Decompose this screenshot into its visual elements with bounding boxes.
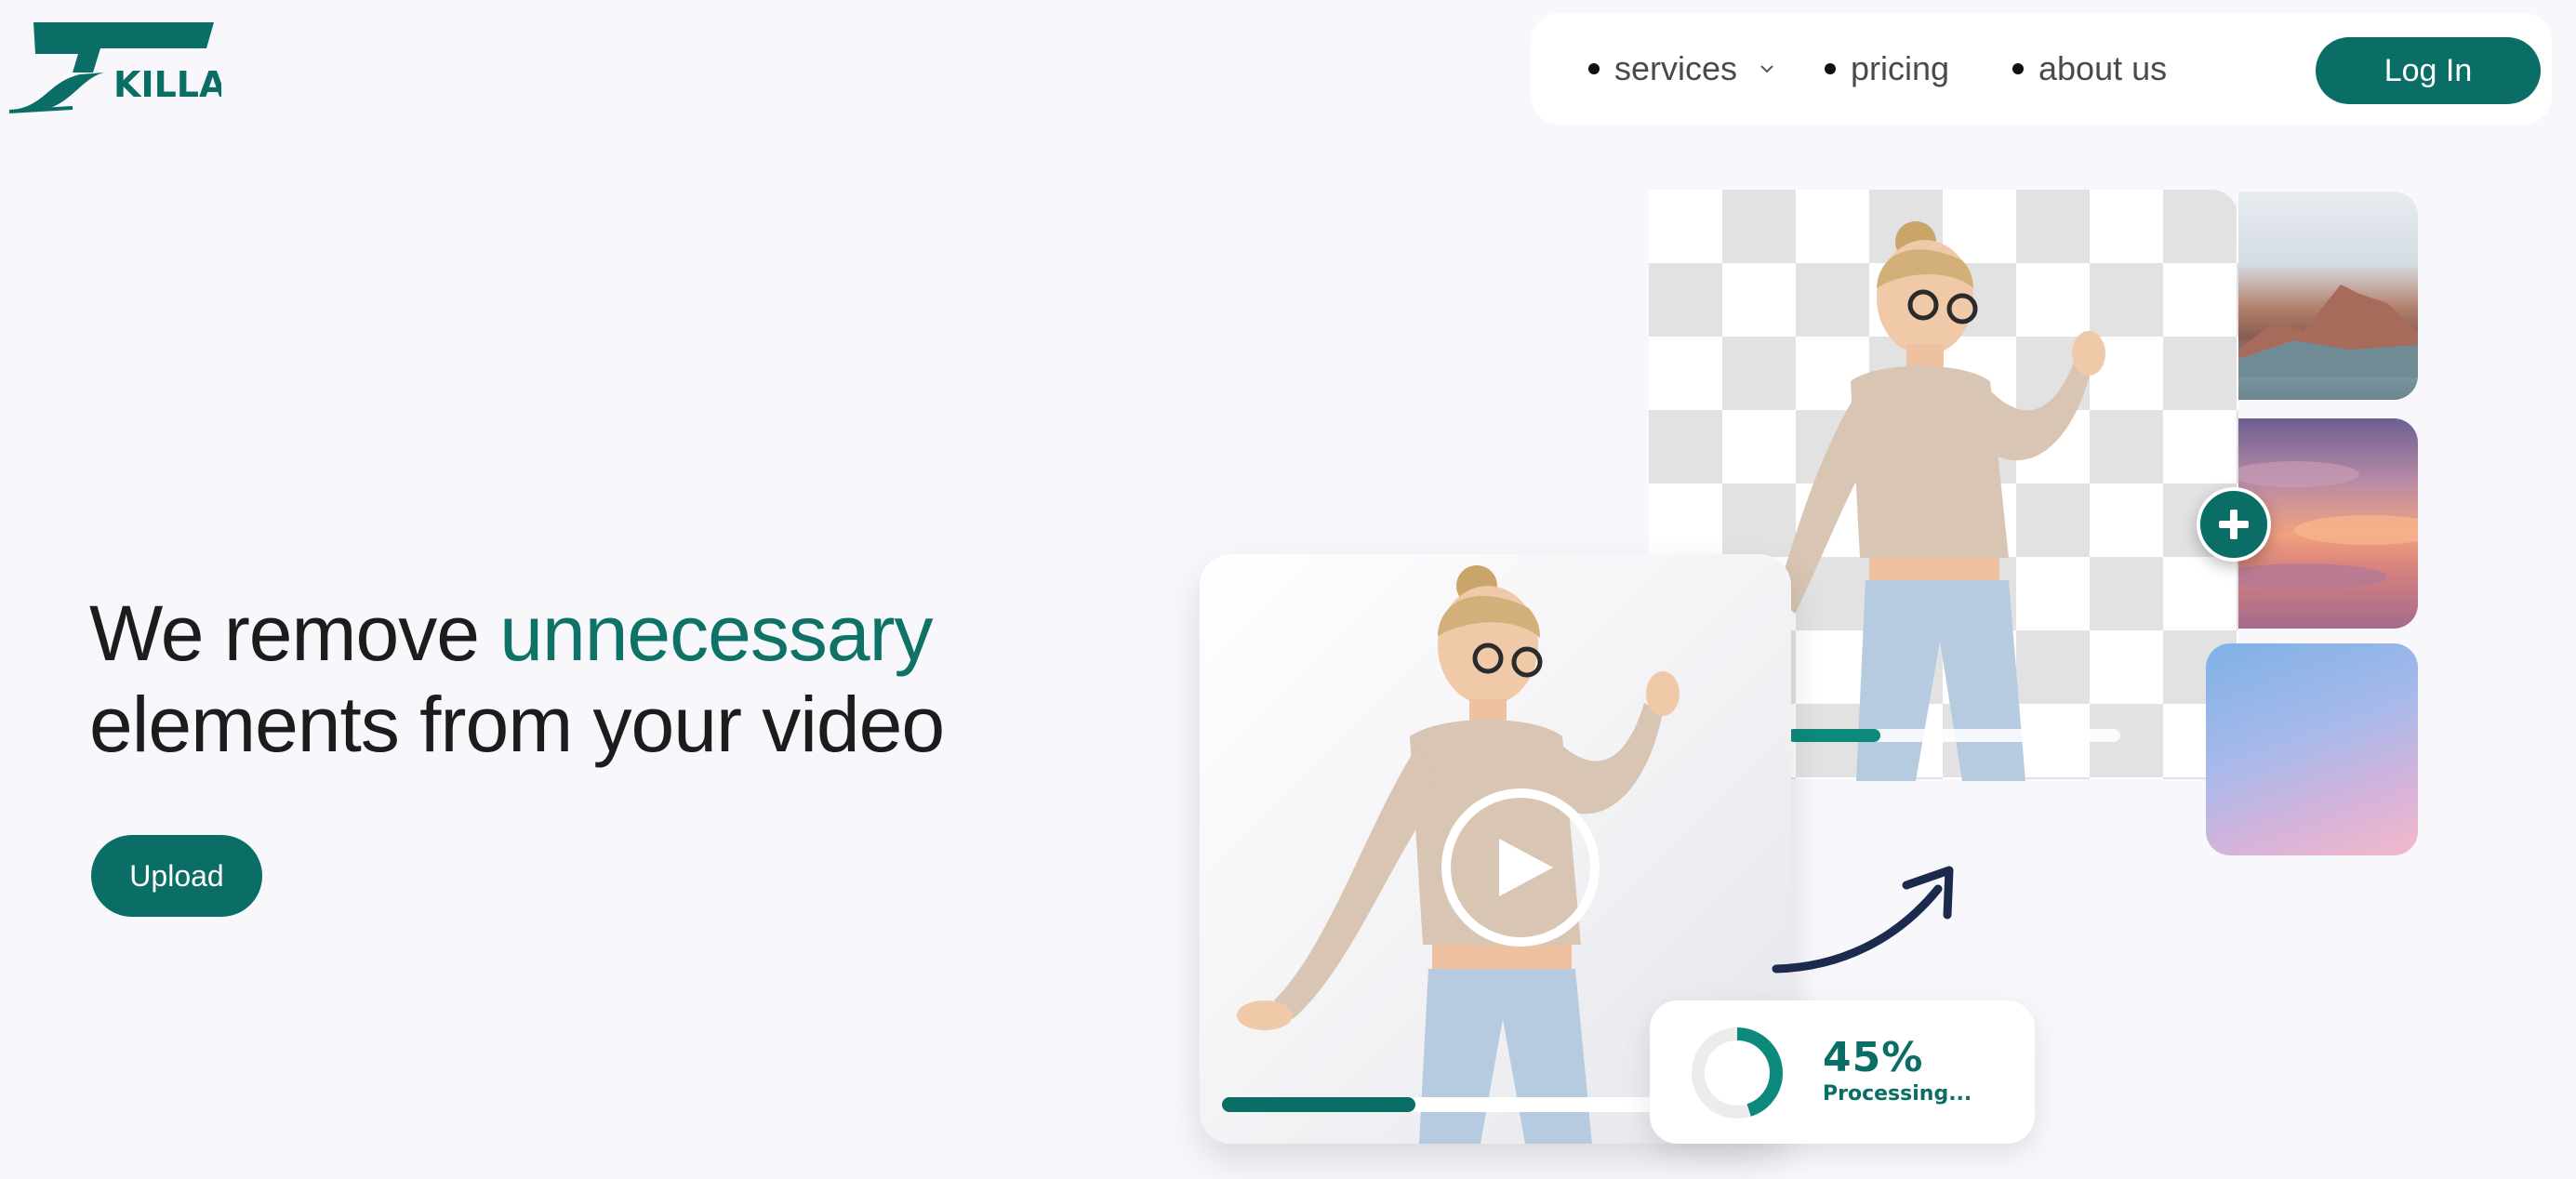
logo-mark: KILLA [8,22,221,113]
mountain-image [2238,285,2418,378]
bullet-dot-icon [2012,63,2024,74]
hero-headline: We remove unnecessary elements from your… [89,588,1159,770]
brand-name: KILLA [113,64,221,105]
nav-item-label: services [1614,49,1738,87]
person-cutout-image [1776,221,2105,781]
plus-icon [2219,510,2249,539]
processing-label: Processing... [1823,1082,1972,1106]
chevron-down-icon [1758,60,1776,78]
processing-status-card: 45% Processing... [1650,1000,2035,1144]
nav-item-services[interactable]: services [1588,13,1776,125]
login-button[interactable]: Log In [2316,37,2541,104]
nav-item-label: pricing [1851,49,1950,87]
bullet-dot-icon [1588,63,1600,74]
progress-ring [1692,1027,1783,1119]
bullet-dot-icon [1825,63,1836,74]
nav-item-pricing[interactable]: pricing [1825,13,1949,125]
nav-item-label: about us [2038,49,2168,87]
brand-logo[interactable]: KILLA [7,17,221,119]
background-thumbnail-mountain[interactable] [2238,192,2418,400]
play-icon [1499,839,1553,896]
add-background-button[interactable] [2197,487,2271,562]
headline-part-2: elements from your video [89,681,945,768]
nav-item-about-us[interactable]: about us [2012,13,2167,125]
headline-accent: unnecessary [499,590,933,677]
background-progress-fill [1787,729,1881,742]
play-button[interactable] [1441,788,1600,947]
processing-percent: 45% [1823,1034,1924,1081]
upload-button[interactable]: Upload [91,835,262,917]
headline-part-1: We remove [89,590,500,677]
background-thumbnail-gradient-sky[interactable] [2206,643,2418,855]
arrow-icon [1772,866,1954,974]
video-progress-fill [1222,1097,1415,1112]
